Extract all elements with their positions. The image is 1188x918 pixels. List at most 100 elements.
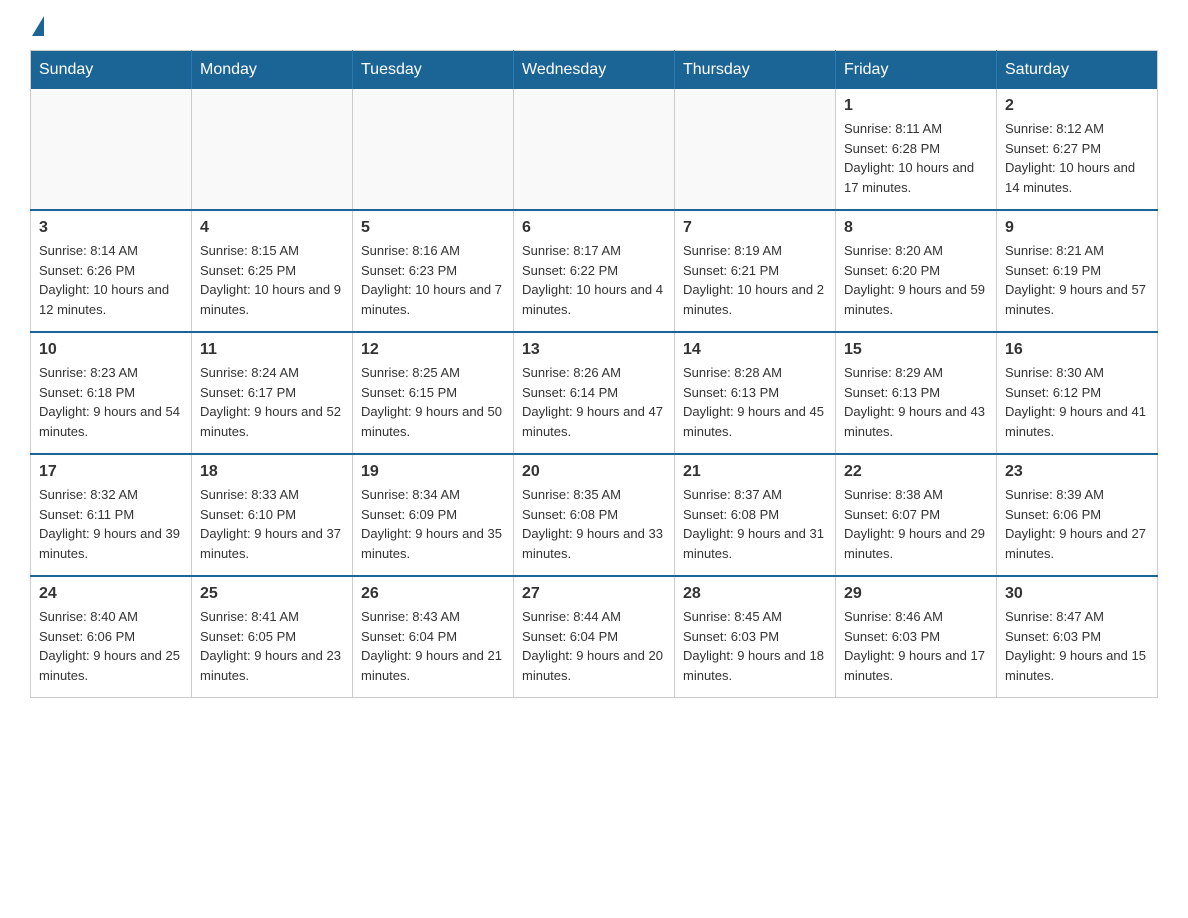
calendar-cell: 26 Sunrise: 8:43 AM Sunset: 6:04 PM Dayli… xyxy=(353,576,514,698)
day-info: Sunrise: 8:30 AM Sunset: 6:12 PM Dayligh… xyxy=(1005,363,1149,441)
calendar-cell: 1 Sunrise: 8:11 AM Sunset: 6:28 PM Daylig… xyxy=(836,89,997,210)
day-info: Sunrise: 8:21 AM Sunset: 6:19 PM Dayligh… xyxy=(1005,241,1149,319)
day-number: 20 xyxy=(522,463,666,481)
calendar-cell: 15 Sunrise: 8:29 AM Sunset: 6:13 PM Dayli… xyxy=(836,332,997,454)
day-number: 13 xyxy=(522,341,666,359)
calendar-cell: 8 Sunrise: 8:20 AM Sunset: 6:20 PM Daylig… xyxy=(836,210,997,332)
day-number: 23 xyxy=(1005,463,1149,481)
calendar-cell: 7 Sunrise: 8:19 AM Sunset: 6:21 PM Daylig… xyxy=(675,210,836,332)
day-number: 3 xyxy=(39,219,183,237)
day-number: 5 xyxy=(361,219,505,237)
calendar-cell: 4 Sunrise: 8:15 AM Sunset: 6:25 PM Daylig… xyxy=(192,210,353,332)
calendar-cell xyxy=(675,89,836,210)
day-number: 29 xyxy=(844,585,988,603)
weekday-header-friday: Friday xyxy=(836,51,997,90)
day-info: Sunrise: 8:33 AM Sunset: 6:10 PM Dayligh… xyxy=(200,485,344,563)
day-info: Sunrise: 8:35 AM Sunset: 6:08 PM Dayligh… xyxy=(522,485,666,563)
weekday-header-sunday: Sunday xyxy=(31,51,192,90)
calendar-cell xyxy=(192,89,353,210)
calendar-cell: 11Sunrise: 8:24 AM Sunset: 6:17 PM Dayli… xyxy=(192,332,353,454)
day-number: 11 xyxy=(200,341,344,359)
day-info: Sunrise: 8:16 AM Sunset: 6:23 PM Dayligh… xyxy=(361,241,505,319)
day-number: 19 xyxy=(361,463,505,481)
day-info: Sunrise: 8:19 AM Sunset: 6:21 PM Dayligh… xyxy=(683,241,827,319)
week-row-4: 17 Sunrise: 8:32 AM Sunset: 6:11 PM Dayli… xyxy=(31,454,1158,576)
day-number: 1 xyxy=(844,97,988,115)
calendar-table: SundayMondayTuesdayWednesdayThursdayFrid… xyxy=(30,50,1158,698)
day-info: Sunrise: 8:17 AM Sunset: 6:22 PM Dayligh… xyxy=(522,241,666,319)
calendar-cell: 24Sunrise: 8:40 AM Sunset: 6:06 PM Dayli… xyxy=(31,576,192,698)
day-number: 12 xyxy=(361,341,505,359)
day-info: Sunrise: 8:11 AM Sunset: 6:28 PM Dayligh… xyxy=(844,119,988,197)
calendar-cell: 13 Sunrise: 8:26 AM Sunset: 6:14 PM Dayli… xyxy=(514,332,675,454)
day-info: Sunrise: 8:26 AM Sunset: 6:14 PM Dayligh… xyxy=(522,363,666,441)
logo xyxy=(30,20,44,30)
week-row-5: 24Sunrise: 8:40 AM Sunset: 6:06 PM Dayli… xyxy=(31,576,1158,698)
page-header xyxy=(30,20,1158,30)
weekday-header-tuesday: Tuesday xyxy=(353,51,514,90)
day-number: 16 xyxy=(1005,341,1149,359)
day-info: Sunrise: 8:32 AM Sunset: 6:11 PM Dayligh… xyxy=(39,485,183,563)
calendar-cell: 25 Sunrise: 8:41 AM Sunset: 6:05 PM Dayli… xyxy=(192,576,353,698)
day-number: 14 xyxy=(683,341,827,359)
day-number: 22 xyxy=(844,463,988,481)
day-number: 18 xyxy=(200,463,344,481)
calendar-cell: 19Sunrise: 8:34 AM Sunset: 6:09 PM Dayli… xyxy=(353,454,514,576)
day-number: 17 xyxy=(39,463,183,481)
calendar-cell: 22 Sunrise: 8:38 AM Sunset: 6:07 PM Dayli… xyxy=(836,454,997,576)
calendar-cell: 20 Sunrise: 8:35 AM Sunset: 6:08 PM Dayli… xyxy=(514,454,675,576)
day-number: 8 xyxy=(844,219,988,237)
calendar-cell: 10Sunrise: 8:23 AM Sunset: 6:18 PM Dayli… xyxy=(31,332,192,454)
day-number: 2 xyxy=(1005,97,1149,115)
day-number: 24 xyxy=(39,585,183,603)
day-info: Sunrise: 8:37 AM Sunset: 6:08 PM Dayligh… xyxy=(683,485,827,563)
day-number: 28 xyxy=(683,585,827,603)
calendar-cell: 9 Sunrise: 8:21 AM Sunset: 6:19 PM Daylig… xyxy=(997,210,1158,332)
calendar-cell: 16 Sunrise: 8:30 AM Sunset: 6:12 PM Dayli… xyxy=(997,332,1158,454)
weekday-header-wednesday: Wednesday xyxy=(514,51,675,90)
week-row-2: 3Sunrise: 8:14 AM Sunset: 6:26 PM Daylig… xyxy=(31,210,1158,332)
day-info: Sunrise: 8:46 AM Sunset: 6:03 PM Dayligh… xyxy=(844,607,988,685)
day-info: Sunrise: 8:15 AM Sunset: 6:25 PM Dayligh… xyxy=(200,241,344,319)
day-info: Sunrise: 8:29 AM Sunset: 6:13 PM Dayligh… xyxy=(844,363,988,441)
calendar-cell: 6Sunrise: 8:17 AM Sunset: 6:22 PM Daylig… xyxy=(514,210,675,332)
weekday-header-row: SundayMondayTuesdayWednesdayThursdayFrid… xyxy=(31,51,1158,90)
day-number: 15 xyxy=(844,341,988,359)
calendar-cell: 23 Sunrise: 8:39 AM Sunset: 6:06 PM Dayli… xyxy=(997,454,1158,576)
day-number: 30 xyxy=(1005,585,1149,603)
weekday-header-monday: Monday xyxy=(192,51,353,90)
calendar-cell: 27Sunrise: 8:44 AM Sunset: 6:04 PM Dayli… xyxy=(514,576,675,698)
calendar-cell: 17 Sunrise: 8:32 AM Sunset: 6:11 PM Dayli… xyxy=(31,454,192,576)
calendar-cell: 12 Sunrise: 8:25 AM Sunset: 6:15 PM Dayli… xyxy=(353,332,514,454)
weekday-header-thursday: Thursday xyxy=(675,51,836,90)
calendar-cell: 30Sunrise: 8:47 AM Sunset: 6:03 PM Dayli… xyxy=(997,576,1158,698)
day-info: Sunrise: 8:43 AM Sunset: 6:04 PM Dayligh… xyxy=(361,607,505,685)
weekday-header-saturday: Saturday xyxy=(997,51,1158,90)
calendar-cell: 5 Sunrise: 8:16 AM Sunset: 6:23 PM Daylig… xyxy=(353,210,514,332)
day-number: 7 xyxy=(683,219,827,237)
day-info: Sunrise: 8:45 AM Sunset: 6:03 PM Dayligh… xyxy=(683,607,827,685)
calendar-cell: 18 Sunrise: 8:33 AM Sunset: 6:10 PM Dayli… xyxy=(192,454,353,576)
day-number: 25 xyxy=(200,585,344,603)
day-number: 21 xyxy=(683,463,827,481)
calendar-cell xyxy=(514,89,675,210)
day-number: 27 xyxy=(522,585,666,603)
day-info: Sunrise: 8:25 AM Sunset: 6:15 PM Dayligh… xyxy=(361,363,505,441)
day-info: Sunrise: 8:38 AM Sunset: 6:07 PM Dayligh… xyxy=(844,485,988,563)
day-number: 26 xyxy=(361,585,505,603)
calendar-cell: 28 Sunrise: 8:45 AM Sunset: 6:03 PM Dayli… xyxy=(675,576,836,698)
day-info: Sunrise: 8:20 AM Sunset: 6:20 PM Dayligh… xyxy=(844,241,988,319)
day-number: 4 xyxy=(200,219,344,237)
day-number: 9 xyxy=(1005,219,1149,237)
calendar-cell: 29 Sunrise: 8:46 AM Sunset: 6:03 PM Dayli… xyxy=(836,576,997,698)
day-info: Sunrise: 8:41 AM Sunset: 6:05 PM Dayligh… xyxy=(200,607,344,685)
calendar-cell xyxy=(353,89,514,210)
week-row-3: 10Sunrise: 8:23 AM Sunset: 6:18 PM Dayli… xyxy=(31,332,1158,454)
calendar-cell xyxy=(31,89,192,210)
logo-top xyxy=(30,20,44,36)
day-info: Sunrise: 8:23 AM Sunset: 6:18 PM Dayligh… xyxy=(39,363,183,441)
week-row-1: 1 Sunrise: 8:11 AM Sunset: 6:28 PM Daylig… xyxy=(31,89,1158,210)
calendar-cell: 14Sunrise: 8:28 AM Sunset: 6:13 PM Dayli… xyxy=(675,332,836,454)
calendar-cell: 21 Sunrise: 8:37 AM Sunset: 6:08 PM Dayli… xyxy=(675,454,836,576)
day-info: Sunrise: 8:39 AM Sunset: 6:06 PM Dayligh… xyxy=(1005,485,1149,563)
